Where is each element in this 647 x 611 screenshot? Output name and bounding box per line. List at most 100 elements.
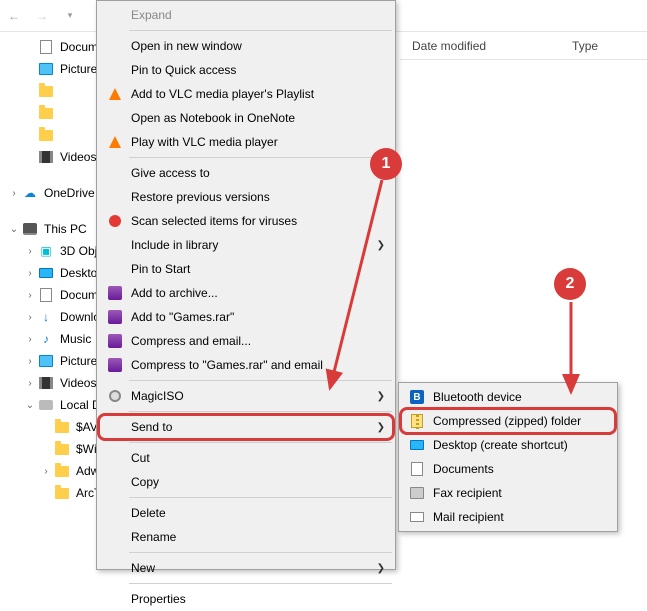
menu-item[interactable]: Compress and email... xyxy=(99,329,393,353)
menu-item-icon-slot xyxy=(103,5,127,25)
menu-item[interactable]: Rename xyxy=(99,525,393,549)
menu-item-icon-slot xyxy=(103,331,127,351)
menu-item[interactable]: Include in library❯ xyxy=(99,233,393,257)
tree-item-label: Videos xyxy=(60,376,96,390)
menu-item-label: Delete xyxy=(127,506,369,520)
menu-item-label: Fax recipient xyxy=(429,486,591,500)
menu-item[interactable]: Scan selected items for viruses xyxy=(99,209,393,233)
winrar-icon xyxy=(108,310,122,324)
menu-item-icon-slot xyxy=(103,259,127,279)
menu-item-label: Send to xyxy=(127,420,369,434)
winrar-icon xyxy=(108,286,122,300)
menu-item-icon-slot xyxy=(103,283,127,303)
menu-item-icon-slot xyxy=(103,163,127,183)
menu-item[interactable]: Add to VLC media player's Playlist xyxy=(99,82,393,106)
menu-item-icon-slot xyxy=(103,235,127,255)
menu-item[interactable]: Compress to "Games.rar" and email xyxy=(99,353,393,377)
annotation-badge-2: 2 xyxy=(554,268,586,300)
avira-icon xyxy=(109,215,121,227)
vid-icon xyxy=(39,377,53,389)
menu-item[interactable]: BBluetooth device xyxy=(401,385,615,409)
chevron-right-icon[interactable]: › xyxy=(24,356,36,367)
menu-item[interactable]: Copy xyxy=(99,470,393,494)
separator xyxy=(129,497,392,498)
chevron-right-icon[interactable]: › xyxy=(24,334,36,345)
pc-icon xyxy=(23,223,37,235)
3d-icon: ▣ xyxy=(40,244,51,258)
menu-item[interactable]: Send to ❯ xyxy=(99,415,393,439)
folder-icon xyxy=(55,466,69,477)
separator xyxy=(129,411,392,412)
chevron-right-icon[interactable]: › xyxy=(24,268,36,279)
menu-item[interactable]: Give access to❯ xyxy=(99,161,393,185)
menu-item[interactable]: Desktop (create shortcut) xyxy=(401,433,615,457)
menu-item[interactable]: Mail recipient xyxy=(401,505,615,529)
menu-item[interactable]: Properties xyxy=(99,587,393,611)
doc-icon xyxy=(40,40,52,54)
menu-item-icon-slot xyxy=(103,108,127,128)
desktop-icon xyxy=(39,268,53,278)
menu-item-icon-slot xyxy=(103,472,127,492)
menu-item[interactable]: Cut xyxy=(99,446,393,470)
menu-item-label: New xyxy=(127,561,369,575)
folder-icon xyxy=(39,108,53,119)
chevron-right-icon[interactable]: › xyxy=(24,290,36,301)
menu-item-label: Cut xyxy=(127,451,369,465)
context-menu: Expand Open in new window Pin to Quick acc… xyxy=(96,0,396,570)
menu-item[interactable]: Compressed (zipped) folder xyxy=(401,409,615,433)
menu-item[interactable]: Add to "Games.rar" xyxy=(99,305,393,329)
chevron-right-icon[interactable]: › xyxy=(8,188,20,199)
menu-item-icon-slot xyxy=(405,435,429,455)
chevron-right-icon[interactable]: › xyxy=(24,246,36,257)
menu-item-label: Documents xyxy=(429,462,591,476)
menu-item[interactable]: New❯ xyxy=(99,556,393,580)
menu-item-icon-slot xyxy=(103,132,127,152)
menu-item[interactable]: Open as Notebook in OneNote xyxy=(99,106,393,130)
menu-item-label: Add to VLC media player's Playlist xyxy=(127,87,369,101)
menu-item-label: Open in new window xyxy=(127,39,369,53)
menu-item-icon-slot xyxy=(103,60,127,80)
menu-item[interactable]: Play with VLC media player xyxy=(99,130,393,154)
column-headers: Date modified Type xyxy=(400,32,647,60)
tree-item-label: Videos xyxy=(60,150,96,164)
menu-item-label: Compress to "Games.rar" and email xyxy=(127,358,369,372)
menu-item[interactable]: Pin to Start xyxy=(99,257,393,281)
fax-icon xyxy=(410,487,424,499)
separator xyxy=(129,442,392,443)
pic-icon xyxy=(39,63,53,75)
onedrive-icon: ☁ xyxy=(24,186,36,200)
menu-item-icon-slot xyxy=(103,503,127,523)
chevron-right-icon[interactable]: › xyxy=(40,466,52,477)
menu-item-label: MagicISO xyxy=(127,389,369,403)
menu-item[interactable]: Open in new window xyxy=(99,34,393,58)
recent-dropdown[interactable]: ▾ xyxy=(62,8,78,24)
menu-item[interactable]: Add to archive... xyxy=(99,281,393,305)
menu-item-label: Give access to xyxy=(127,166,369,180)
chevron-right-icon[interactable]: › xyxy=(24,312,36,323)
separator xyxy=(129,583,392,584)
menu-item[interactable]: Delete xyxy=(99,501,393,525)
vlc-icon xyxy=(109,88,121,100)
menu-item[interactable]: MagicISO❯ xyxy=(99,384,393,408)
menu-item-icon-slot xyxy=(103,36,127,56)
chevron-down-icon[interactable]: ⌄ xyxy=(24,400,36,411)
menu-item-label: Bluetooth device xyxy=(429,390,591,404)
menu-item-label: Play with VLC media player xyxy=(127,135,369,149)
forward-button[interactable]: → xyxy=(34,8,50,24)
menu-item-icon-slot xyxy=(103,84,127,104)
back-button[interactable]: ← xyxy=(6,8,22,24)
menu-item-icon-slot xyxy=(405,507,429,527)
menu-item[interactable]: Fax recipient xyxy=(401,481,615,505)
col-type[interactable]: Type xyxy=(564,39,606,53)
menu-item[interactable]: Documents xyxy=(401,457,615,481)
dl-icon: ↓ xyxy=(43,310,49,324)
doc-icon xyxy=(411,462,423,476)
menu-item[interactable]: Restore previous versions xyxy=(99,185,393,209)
menu-item-label: Rename xyxy=(127,530,369,544)
chevron-right-icon[interactable]: › xyxy=(24,378,36,389)
col-date-modified[interactable]: Date modified xyxy=(404,39,494,53)
menu-item[interactable]: Pin to Quick access xyxy=(99,58,393,82)
chevron-right-icon: ❯ xyxy=(377,422,385,433)
menu-item[interactable]: Expand xyxy=(99,3,393,27)
chevron-down-icon[interactable]: ⌄ xyxy=(8,224,20,235)
